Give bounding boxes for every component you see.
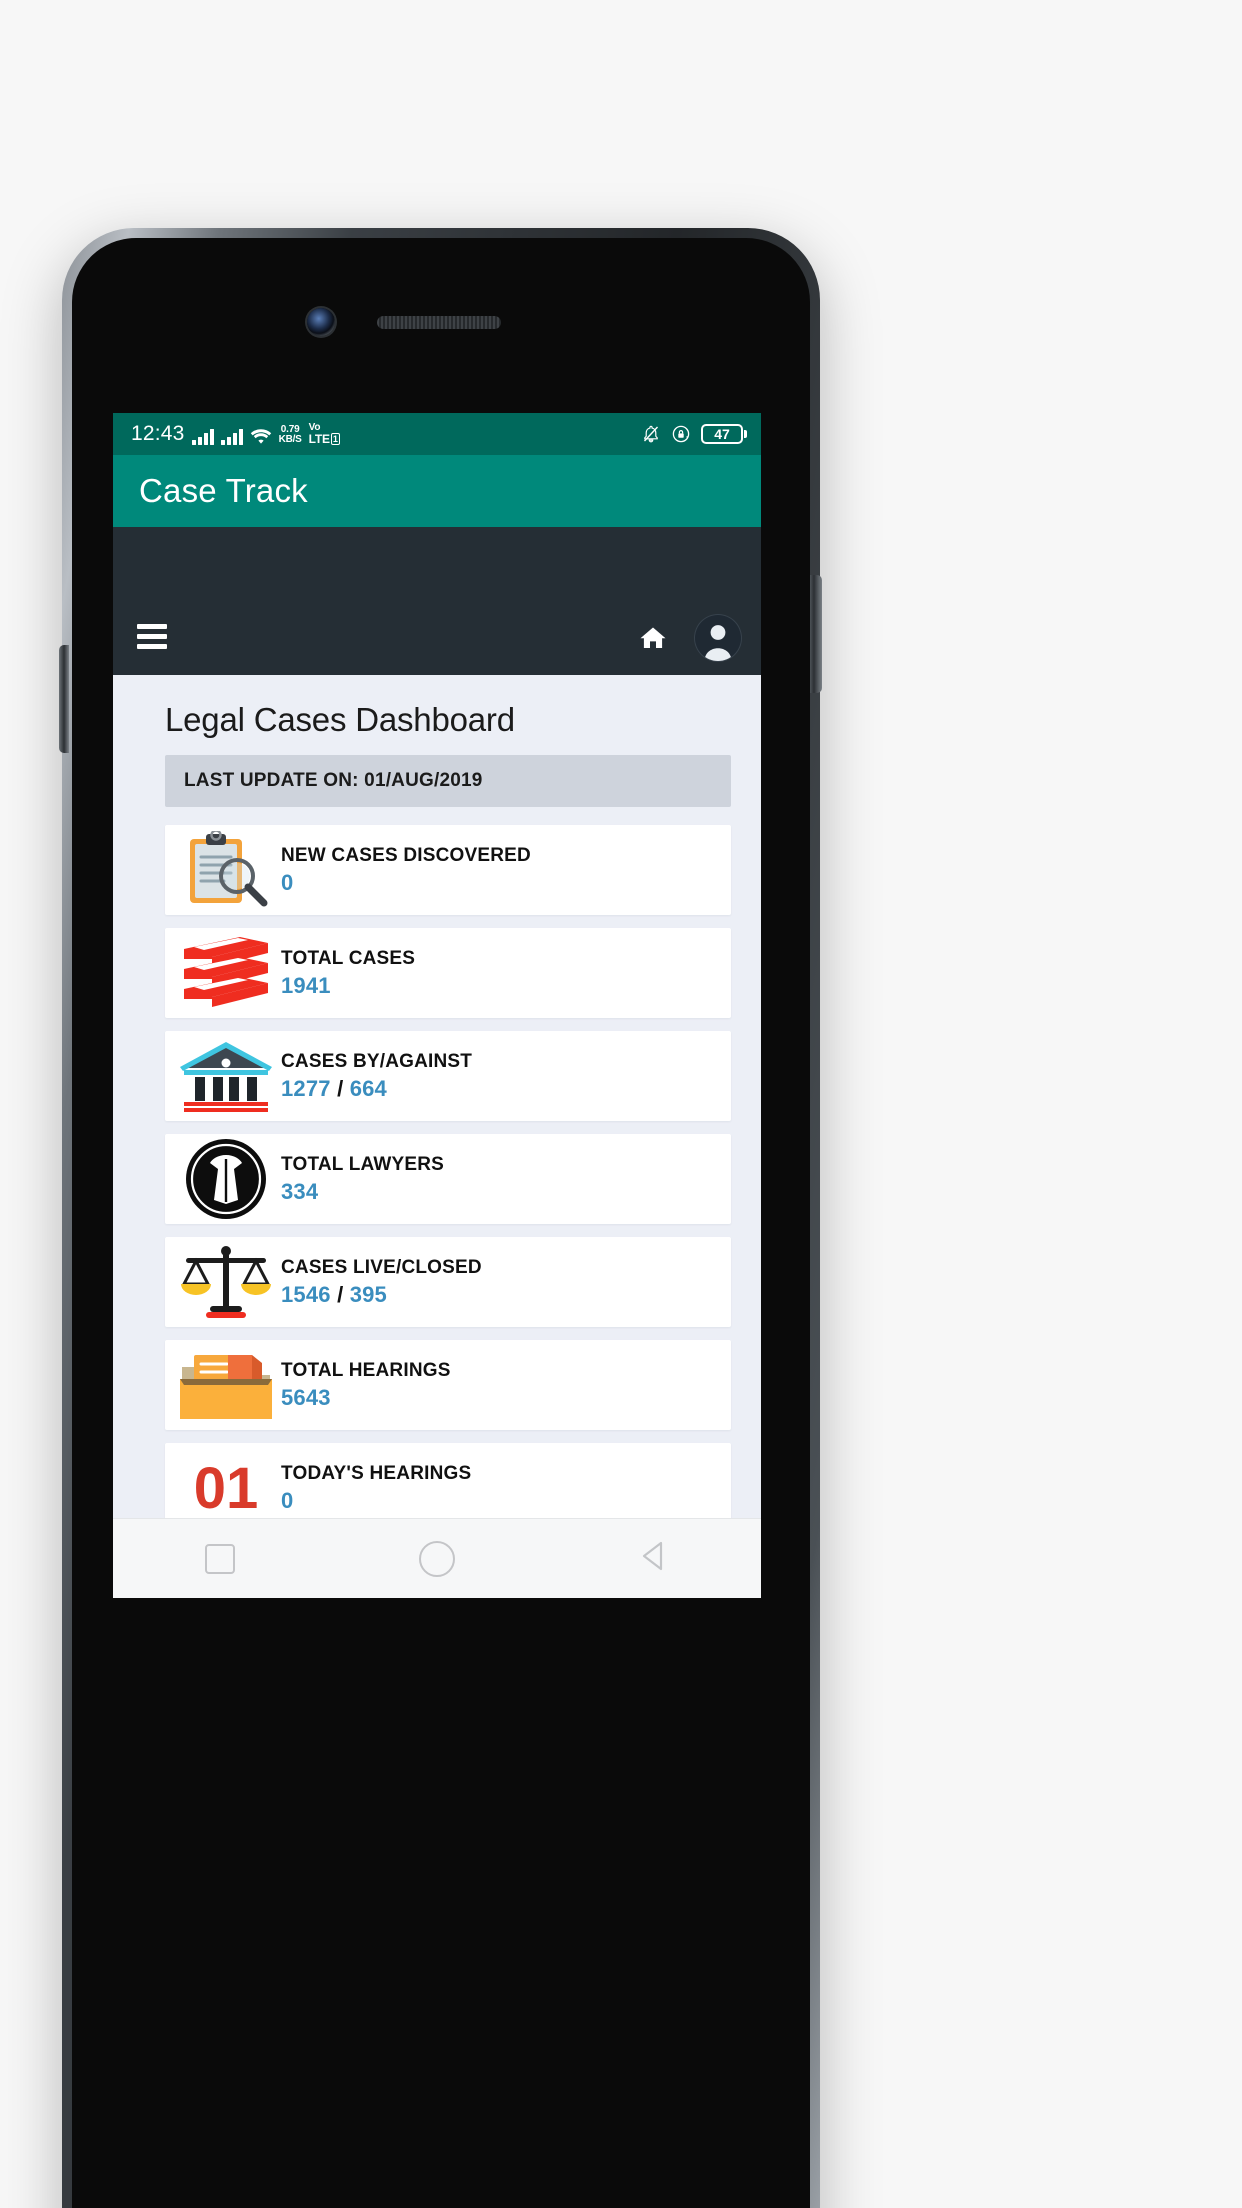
- stat-card-value: 1277 / 664: [281, 1076, 472, 1102]
- stat-card-value: 0: [281, 870, 531, 896]
- avatar[interactable]: [695, 615, 741, 661]
- stat-card-value-primary: 1546: [281, 1281, 331, 1307]
- android-navigation-bar: [113, 1518, 761, 1598]
- stat-card-label: TOTAL HEARINGS: [281, 1359, 451, 1381]
- status-bar: 12:43 0.79 KB/S Vo LTE 1 47: [113, 413, 761, 455]
- earpiece-speaker: [377, 316, 501, 329]
- stat-card-value-primary: 334: [281, 1178, 319, 1204]
- stat-card-label: TODAY'S HEARINGS: [281, 1462, 472, 1484]
- stat-card-label: NEW CASES DISCOVERED: [281, 844, 531, 866]
- recents-button[interactable]: [205, 1543, 235, 1574]
- stat-card-value: 5643: [281, 1385, 451, 1411]
- stat-card-value-primary: 0: [281, 1487, 294, 1513]
- volte-indicator: Vo LTE 1: [308, 422, 340, 446]
- volume-button[interactable]: [59, 645, 69, 753]
- phone-screen: 12:43 0.79 KB/S Vo LTE 1 47 Case Track L…: [113, 413, 761, 1518]
- signal-bars-icon: [220, 428, 243, 445]
- stat-card-body: NEW CASES DISCOVERED 0: [281, 845, 531, 896]
- svg-text:01: 01: [194, 1456, 259, 1518]
- stat-card[interactable]: 01 TODAY'S HEARINGS 0: [165, 1443, 731, 1518]
- clipboard-magnifier-icon: [171, 831, 281, 909]
- screenshot-canvas: 12:43 0.79 KB/S Vo LTE 1 47 Case Track L…: [0, 0, 1242, 2208]
- status-time: 12:43: [131, 422, 185, 445]
- stat-card[interactable]: CASES BY/AGAINST 1277 / 664: [165, 1031, 731, 1121]
- last-update-badge: LAST UPDATE ON: 01/AUG/2019: [165, 755, 731, 807]
- scales-of-justice-icon: [171, 1243, 281, 1321]
- stat-card-value-primary: 5643: [281, 1384, 331, 1410]
- app-bar: Case Track: [113, 455, 761, 527]
- stat-card-body: TOTAL CASES 1941: [281, 948, 415, 999]
- stat-card-value-secondary: 664: [349, 1075, 387, 1101]
- stat-card[interactable]: NEW CASES DISCOVERED 0: [165, 825, 731, 915]
- signal-bars-icon: [191, 428, 214, 445]
- home-button[interactable]: [419, 1540, 455, 1577]
- hamburger-menu-icon[interactable]: [137, 624, 167, 649]
- front-camera-icon: [307, 308, 335, 336]
- back-button[interactable]: [639, 1540, 669, 1577]
- stat-card-label: CASES BY/AGAINST: [281, 1050, 473, 1072]
- network-speed: 0.79 KB/S: [278, 424, 302, 445]
- stat-card-value-primary: 1277: [281, 1075, 331, 1101]
- folder-files-icon: [171, 1346, 281, 1424]
- stat-card[interactable]: TOTAL LAWYERS 334: [165, 1134, 731, 1224]
- home-icon[interactable]: [639, 625, 667, 651]
- stat-card-label: CASES LIVE/CLOSED: [281, 1256, 482, 1278]
- stat-card-label: TOTAL LAWYERS: [281, 1153, 445, 1175]
- stat-card-value-secondary: 395: [349, 1281, 387, 1307]
- courthouse-icon: [171, 1037, 281, 1115]
- stat-card[interactable]: TOTAL CASES 1941: [165, 928, 731, 1018]
- stat-card-value-separator: /: [337, 1075, 344, 1101]
- stat-card-body: CASES LIVE/CLOSED 1546 / 395: [281, 1257, 482, 1308]
- battery-level: 47: [714, 426, 730, 442]
- stat-card-body: TOTAL HEARINGS 5643: [281, 1360, 451, 1411]
- secondary-navbar: [113, 527, 761, 675]
- stat-card-value: 1546 / 395: [281, 1282, 482, 1308]
- wifi-icon: [250, 428, 272, 445]
- stat-card[interactable]: TOTAL HEARINGS 5643: [165, 1340, 731, 1430]
- stat-card-body: TODAY'S HEARINGS 0: [281, 1463, 471, 1514]
- red-books-icon: [171, 934, 281, 1012]
- stat-card-body: CASES BY/AGAINST 1277 / 664: [281, 1051, 472, 1102]
- page-title: Legal Cases Dashboard: [165, 701, 515, 738]
- bell-muted-icon: [641, 424, 661, 444]
- rotation-lock-icon: [671, 424, 691, 444]
- calendar-01-icon: 01: [171, 1449, 281, 1518]
- stat-card[interactable]: CASES LIVE/CLOSED 1546 / 395: [165, 1237, 731, 1327]
- lawyer-badge-icon: [171, 1139, 281, 1219]
- stat-card-value-primary: 1941: [281, 972, 331, 998]
- stat-card-value-separator: /: [337, 1281, 344, 1307]
- dashboard-content: Legal Cases Dashboard LAST UPDATE ON: 01…: [113, 675, 761, 1518]
- stat-card-list: NEW CASES DISCOVERED 0 TOTAL CASES 1941: [165, 825, 731, 1518]
- stat-card-body: TOTAL LAWYERS 334: [281, 1154, 444, 1205]
- app-title: Case Track: [139, 472, 308, 509]
- stat-card-label: TOTAL CASES: [281, 947, 416, 969]
- battery-icon: 47: [701, 424, 747, 444]
- stat-card-value: 0: [281, 1488, 471, 1514]
- stat-card-value-primary: 0: [281, 869, 294, 895]
- stat-card-value: 1941: [281, 973, 415, 999]
- stat-card-value: 334: [281, 1179, 444, 1205]
